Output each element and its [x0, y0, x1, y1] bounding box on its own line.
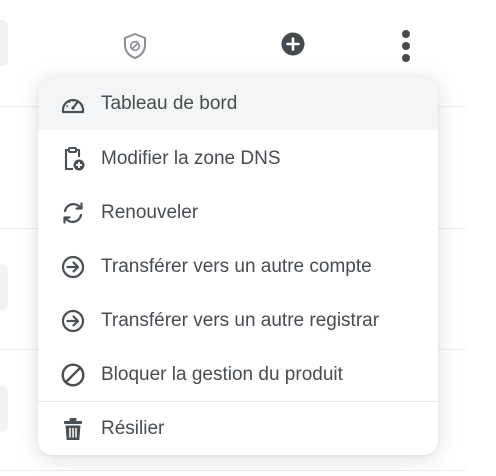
clipboard-plus-icon [60, 146, 86, 172]
menu-item-label: Renouveler [101, 202, 199, 223]
page: Tableau de bord Modifier la zone DNS Ren… [0, 0, 496, 476]
menu-item-terminate[interactable]: Résilier [38, 401, 438, 455]
speedometer-icon [60, 91, 86, 117]
menu-item-label: Résilier [101, 418, 165, 439]
menu-item-label: Modifier la zone DNS [101, 148, 281, 169]
row-chip [0, 264, 8, 310]
actions-menu: Tableau de bord Modifier la zone DNS Ren… [38, 76, 438, 455]
row-chip [0, 20, 8, 66]
more-vertical-icon[interactable] [396, 29, 416, 63]
trash-icon [60, 416, 86, 442]
menu-item-edit-dns[interactable]: Modifier la zone DNS [38, 131, 438, 185]
menu-item-block-management[interactable]: Bloquer la gestion du produit [38, 347, 438, 401]
menu-item-label: Transférer vers un autre registrar [101, 310, 380, 331]
arrow-right-circle-icon [60, 308, 86, 334]
menu-item-label: Tableau de bord [101, 93, 238, 114]
menu-item-transfer-account[interactable]: Transférer vers un autre compte [38, 239, 438, 293]
row-divider [0, 470, 466, 471]
arrow-right-circle-icon [60, 254, 86, 280]
block-icon [60, 362, 86, 388]
shield-slash-icon[interactable] [121, 31, 149, 61]
refresh-icon [60, 200, 86, 226]
menu-item-renew[interactable]: Renouveler [38, 185, 438, 239]
menu-item-transfer-registrar[interactable]: Transférer vers un autre registrar [38, 293, 438, 347]
plus-circle-icon[interactable] [280, 31, 306, 57]
menu-item-dashboard[interactable]: Tableau de bord [38, 76, 438, 130]
menu-item-label: Transférer vers un autre compte [101, 256, 372, 277]
menu-item-label: Bloquer la gestion du produit [101, 364, 343, 385]
row-chip [0, 386, 8, 432]
